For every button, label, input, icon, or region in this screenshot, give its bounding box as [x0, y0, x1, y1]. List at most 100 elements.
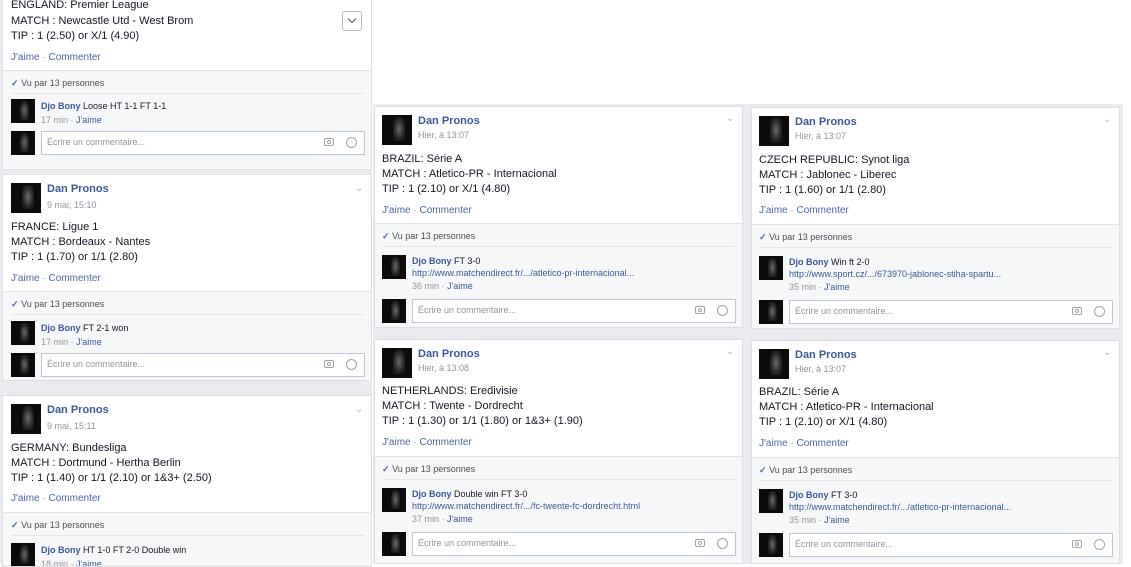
check-icon: ✓ — [11, 299, 19, 309]
chevron-down-icon[interactable]: ⌄ — [355, 404, 363, 415]
comment-input[interactable]: Écrire un commentaire... — [412, 532, 736, 556]
chevron-down-icon[interactable]: ⌄ — [355, 183, 363, 194]
like-link[interactable]: J'aime — [11, 493, 40, 504]
comment-link[interactable]: Commenter — [49, 52, 101, 63]
like-link[interactable]: J'aime — [382, 437, 411, 448]
comment-link[interactable]: Commenter — [420, 437, 472, 448]
post-match: MATCH : Newcastle Utd - West Brom — [11, 15, 194, 27]
comment-author[interactable]: Djo Bony HT 1-0 FT 2-0 Double win — [41, 545, 186, 555]
commenter-avatar[interactable] — [11, 99, 35, 123]
smiley-icon[interactable] — [1094, 539, 1105, 550]
like-link[interactable]: J'aime — [11, 273, 40, 284]
chevron-down-icon[interactable]: ⌄ — [1103, 347, 1111, 358]
camera-icon[interactable] — [324, 138, 334, 146]
camera-icon[interactable] — [1072, 540, 1082, 548]
like-link[interactable]: J'aime — [11, 52, 40, 63]
comment-link[interactable]: Commenter — [797, 438, 849, 449]
post-time[interactable]: Hier, à 13:07 — [418, 130, 469, 140]
comment-url-link[interactable]: http://www.matchendirect.fr/.../atletico… — [789, 502, 1011, 512]
post-time[interactable]: 9 mai, 15:11 — [47, 421, 96, 431]
comment-author[interactable]: Djo Bony FT 3-0 — [789, 490, 857, 500]
comment-author[interactable]: Djo Bony FT 2-1 won — [41, 323, 128, 333]
comment-input[interactable]: Écrire un commentaire... — [789, 300, 1113, 324]
comment-input[interactable]: Écrire un commentaire... — [41, 131, 365, 155]
post-match: MATCH : Bordeaux - Nantes — [11, 236, 151, 248]
author-avatar[interactable] — [382, 115, 412, 145]
comment-input[interactable]: Écrire un commentaire... — [412, 299, 736, 323]
post-author[interactable]: Dan Pronos — [418, 115, 480, 127]
post-options-button[interactable] — [342, 11, 362, 31]
comment-author[interactable]: Djo Bony Win ft 2-0 — [789, 257, 870, 267]
like-link[interactable]: J'aime — [759, 438, 788, 449]
comment-author[interactable]: Djo Bony Double win FT 3-0 — [412, 489, 527, 499]
comment-meta: 37 min · J'aime — [412, 514, 473, 524]
post-tip: TIP : 1 (2.10) or X/1 (4.80) — [382, 183, 511, 195]
comment-url-link[interactable]: http://www.matchendirect.fr/.../fc-twent… — [412, 501, 640, 511]
post-time[interactable]: Hier, à 13:08 — [418, 363, 469, 373]
post-author[interactable]: Dan Pronos — [795, 116, 857, 128]
post-actions: J'aime · Commenter — [759, 205, 849, 216]
comment-link[interactable]: Commenter — [49, 273, 101, 284]
post-author[interactable]: Dan Pronos — [795, 349, 857, 361]
post-author[interactable]: Dan Pronos — [47, 404, 109, 416]
comment-like-link[interactable]: J'aime — [76, 559, 102, 566]
divider — [382, 246, 735, 247]
post-author[interactable]: Dan Pronos — [418, 348, 480, 360]
author-avatar[interactable] — [759, 116, 789, 146]
my-avatar — [382, 532, 406, 556]
comment-link[interactable]: Commenter — [49, 493, 101, 504]
smiley-icon[interactable] — [346, 137, 357, 148]
camera-icon[interactable] — [695, 539, 705, 547]
author-avatar[interactable] — [759, 349, 789, 379]
commenter-avatar[interactable] — [759, 256, 783, 280]
comment-author[interactable]: Djo Bony FT 3-0 — [412, 256, 480, 266]
post-author[interactable]: Dan Pronos — [47, 183, 109, 195]
post-match: MATCH : Twente - Dordrecht — [382, 400, 523, 412]
post-actions: J'aime · Commenter — [382, 437, 472, 448]
comment-like-link[interactable]: J'aime — [76, 337, 102, 347]
author-avatar[interactable] — [11, 183, 41, 213]
chevron-down-icon[interactable]: ⌄ — [726, 346, 734, 357]
author-avatar[interactable] — [382, 348, 412, 378]
commenter-avatar[interactable] — [11, 321, 35, 345]
comment-like-link[interactable]: J'aime — [447, 514, 473, 524]
like-link[interactable]: J'aime — [759, 205, 788, 216]
author-avatar[interactable] — [11, 404, 41, 434]
comment-like-link[interactable]: J'aime — [824, 282, 850, 292]
camera-icon[interactable] — [695, 306, 705, 314]
post-time[interactable]: Hier, à 13:07 — [795, 131, 846, 141]
post-time[interactable]: 9 mai, 15:10 — [47, 200, 97, 210]
comment-like-link[interactable]: J'aime — [447, 281, 473, 291]
camera-icon[interactable] — [1072, 307, 1082, 315]
chevron-down-icon[interactable]: ⌄ — [1103, 114, 1111, 125]
post-feedback: ✓ Vu par 13 personnes Djo Bony FT 2-1 wo… — [3, 291, 371, 380]
comment-author[interactable]: Djo Bony Loose HT 1-1 FT 1-1 — [41, 101, 166, 111]
post-league: BRAZIL: Série A — [759, 386, 840, 398]
post-feedback: ✓ Vu par 13 personnes Djo Bony Loose HT … — [3, 70, 371, 169]
post-feedback: ✓ Vu par 13 personnes Djo Bony HT 1-0 FT… — [3, 512, 371, 566]
smiley-icon[interactable] — [346, 359, 357, 370]
commenter-avatar[interactable] — [11, 543, 35, 566]
commenter-avatar[interactable] — [382, 488, 406, 512]
smiley-icon[interactable] — [717, 538, 728, 549]
smiley-icon[interactable] — [717, 305, 728, 316]
post-actions: J'aime · Commenter — [759, 438, 849, 449]
camera-icon[interactable] — [324, 360, 334, 368]
chevron-down-icon[interactable]: ⌄ — [726, 113, 734, 124]
comment-url-link[interactable]: http://www.sport.cz/.../673970-jablonec-… — [789, 269, 1001, 279]
commenter-avatar[interactable] — [759, 489, 783, 513]
comment-link[interactable]: Commenter — [797, 205, 849, 216]
seen-by: ✓ Vu par 13 personnes — [382, 231, 476, 241]
comment-like-link[interactable]: J'aime — [824, 515, 850, 525]
comment-link[interactable]: Commenter — [420, 205, 472, 216]
check-icon: ✓ — [759, 465, 767, 475]
comment-url-link[interactable]: http://www.matchendirect.fr/.../atletico… — [412, 268, 634, 278]
smiley-icon[interactable] — [1094, 306, 1105, 317]
comment-input[interactable]: Écrire un commentaire... — [789, 533, 1113, 557]
comment-like-link[interactable]: J'aime — [76, 115, 102, 125]
post-time[interactable]: Hier, à 13:07 — [795, 364, 846, 374]
like-link[interactable]: J'aime — [382, 205, 411, 216]
check-icon: ✓ — [11, 78, 19, 88]
comment-input[interactable]: Écrire un commentaire... — [41, 353, 365, 377]
commenter-avatar[interactable] — [382, 255, 406, 279]
